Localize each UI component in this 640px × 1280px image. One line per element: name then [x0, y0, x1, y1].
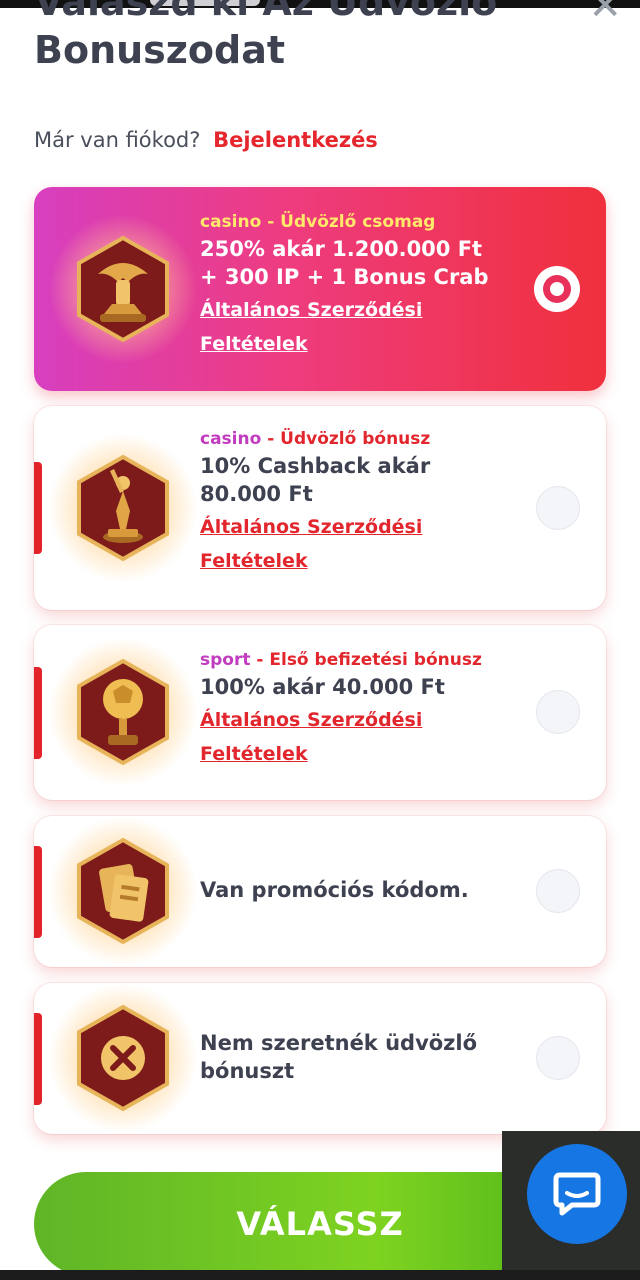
offer-type: - Üdvözlő csomag	[261, 212, 436, 232]
offer-radio-selected[interactable]	[534, 266, 580, 312]
offer-eyebrow: casino - Üdvözlő csomag	[200, 211, 530, 233]
chat-bubble-icon[interactable]	[527, 1144, 627, 1244]
offer-category: casino	[200, 429, 262, 449]
terms-link[interactable]: Általános Szerződési Feltételek	[200, 293, 530, 361]
promo-code-label: Van promóciós kódom.	[200, 878, 469, 902]
offer-headline-line: + 300 IP + 1 Bonus Crab	[200, 265, 489, 289]
terms-link-line[interactable]: Általános Szerződési	[200, 293, 530, 327]
navigation-bar	[0, 1270, 640, 1280]
offer-text: Nem szeretnék üdvözlő bónuszt	[200, 1029, 530, 1085]
offer-eyebrow: casino - Üdvözlő bónusz	[200, 428, 530, 450]
promo-code-cards-icon	[48, 816, 198, 966]
offer-text: sport - Első befizetési bónusz 100% akár…	[200, 649, 530, 771]
offer-headline-line: 10% Cashback akár	[200, 454, 431, 478]
winged-lion-trophy-icon	[48, 214, 198, 364]
offer-headline-line: 100% akár 40.000 Ft	[200, 675, 445, 699]
page-title: Válaszd ki Az Üdvözlő Bonuszodat	[34, 0, 498, 72]
offer-type: - Üdvözlő bónusz	[261, 429, 431, 449]
offer-card-promo-code[interactable]: Van promóciós kódom.	[34, 816, 606, 967]
terms-link-line[interactable]: Feltételek	[200, 544, 530, 578]
offer-category: sport	[200, 650, 251, 670]
login-prompt-text: Már van fiókod?	[34, 128, 201, 152]
terms-link-line[interactable]: Általános Szerződési	[200, 510, 530, 544]
offer-type: - Első befizetési bónusz	[250, 650, 482, 670]
offer-category: casino	[200, 212, 262, 232]
offer-radio[interactable]	[536, 869, 580, 913]
offer-headline-line: 80.000 Ft	[200, 482, 313, 506]
offer-headline: 10% Cashback akár 80.000 Ft	[200, 452, 530, 508]
close-icon[interactable]: ✕	[588, 0, 622, 26]
statuette-trophy-icon	[48, 433, 198, 583]
offer-card-casino-welcome-bonus[interactable]: casino - Üdvözlő bónusz 10% Cashback aká…	[34, 406, 606, 610]
offer-text: Van promóciós kódom.	[200, 876, 530, 904]
terms-link-line[interactable]: Feltételek	[200, 737, 530, 771]
offer-card-sport-first-deposit[interactable]: sport - Első befizetési bónusz 100% akár…	[34, 625, 606, 800]
offer-headline: 250% akár 1.200.000 Ft + 300 IP + 1 Bonu…	[200, 235, 530, 291]
offer-headline-line: 250% akár 1.200.000 Ft	[200, 237, 483, 261]
terms-link-line[interactable]: Feltételek	[200, 327, 530, 361]
offer-radio[interactable]	[536, 690, 580, 734]
login-prompt: Már van fiókod? Bejelentkezés	[34, 128, 378, 152]
terms-link[interactable]: Általános Szerződési Feltételek	[200, 510, 530, 578]
offer-eyebrow: sport - Első befizetési bónusz	[200, 649, 530, 671]
offer-radio[interactable]	[536, 486, 580, 530]
no-bonus-x-icon	[48, 983, 198, 1133]
no-bonus-label-line: bónuszt	[200, 1059, 295, 1083]
offer-radio[interactable]	[536, 1036, 580, 1080]
login-link[interactable]: Bejelentkezés	[213, 128, 378, 152]
terms-link-line[interactable]: Általános Szerződési	[200, 703, 530, 737]
offer-text: casino - Üdvözlő bónusz 10% Cashback aká…	[200, 428, 530, 578]
no-bonus-label-line: Nem szeretnék üdvözlő	[200, 1031, 478, 1055]
offer-headline: 100% akár 40.000 Ft	[200, 673, 530, 701]
offer-card-casino-welcome-package[interactable]: casino - Üdvözlő csomag 250% akár 1.200.…	[34, 187, 606, 391]
terms-link[interactable]: Általános Szerződési Feltételek	[200, 703, 530, 771]
offer-text: casino - Üdvözlő csomag 250% akár 1.200.…	[200, 211, 530, 361]
golden-ball-trophy-icon	[48, 637, 198, 787]
offer-card-no-bonus[interactable]: Nem szeretnék üdvözlő bónuszt	[34, 983, 606, 1134]
